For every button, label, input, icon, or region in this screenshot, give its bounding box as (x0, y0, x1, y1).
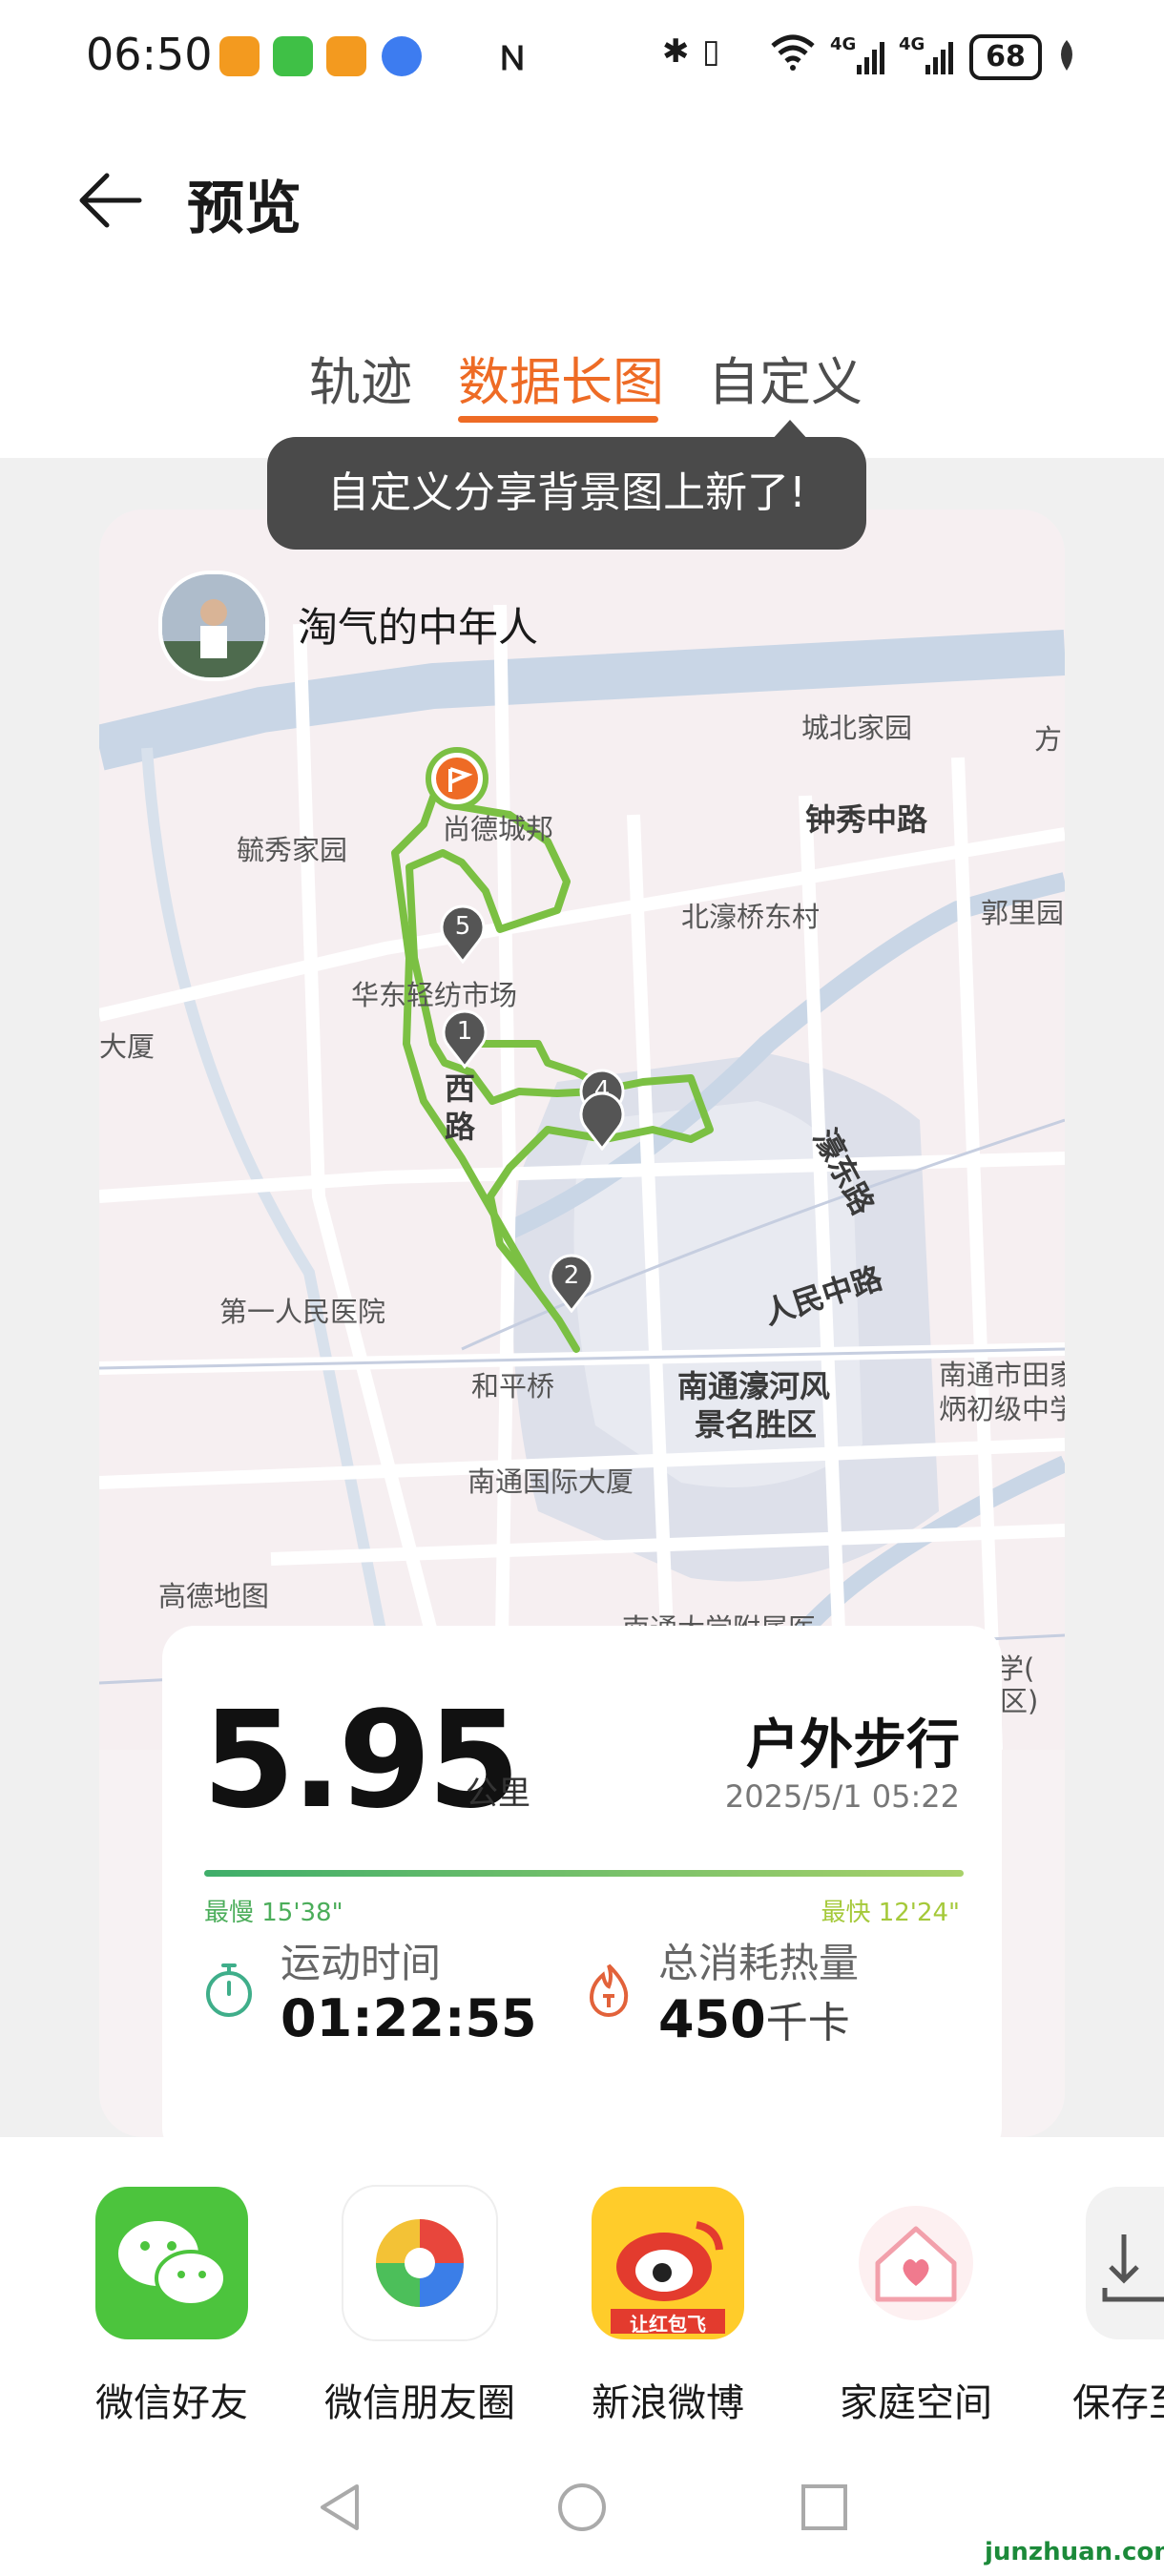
map-attribution: 高德地图 (158, 1580, 270, 1612)
map-label: 方 (1034, 723, 1063, 756)
tab-data-long-image[interactable]: 数据长图 (458, 340, 664, 415)
custom-background-tooltip[interactable]: 自定义分享背景图上新了! (267, 437, 866, 550)
timer-icon (204, 1962, 254, 2023)
map-label: 南通国际大厦 (468, 1465, 634, 1498)
vibrate-icon: ▯ (702, 32, 720, 71)
pace-bar (204, 1870, 964, 1877)
square-recents-icon (801, 2484, 847, 2530)
nav-back-button[interactable] (315, 2481, 364, 2538)
km-marker: 5 (439, 904, 487, 965)
save-icon (1102, 2234, 1164, 2302)
notification-app-icon (219, 36, 260, 76)
km-marker: 2 (548, 1254, 595, 1314)
pace-slowest: 最慢 15'38" (204, 1899, 343, 1927)
battery-indicator: 68 (969, 34, 1042, 80)
calorie-flame-icon (584, 1962, 634, 2023)
share-moments[interactable] (343, 2187, 496, 2339)
share-label: 微信好友 (95, 2381, 248, 2425)
distance-unit: 公里 (466, 1775, 530, 1813)
map-label: 第一人民医院 (219, 1296, 386, 1328)
map-road-label: 路 (445, 1109, 476, 1145)
km-marker: 1 (441, 1009, 488, 1070)
share-weibo[interactable]: 让红包飞 (592, 2187, 744, 2339)
map-label: 景名胜区 (695, 1406, 818, 1443)
share-label: 家庭空间 (840, 2381, 992, 2425)
duration-label: 运动时间 (281, 1940, 442, 1986)
notification-app-icon (326, 36, 366, 76)
share-label: 保存至 (1072, 2381, 1164, 2425)
nav-recents-button[interactable] (800, 2481, 849, 2538)
map-label: 尚德城邦 (443, 813, 554, 845)
home-space-icon (859, 2206, 973, 2320)
avatar (158, 571, 269, 681)
signal-2-icon (901, 38, 956, 80)
share-label: 新浪微博 (592, 2381, 744, 2425)
triangle-back-icon (321, 2484, 359, 2530)
workout-summary: 5.95 公里 户外步行 2025/5/1 05:22 最慢 15'38" 最快… (162, 1626, 1002, 2137)
share-save[interactable] (1086, 2187, 1164, 2339)
pace-fastest: 最快 12'24" (821, 1899, 960, 1927)
arrow-left-icon (79, 173, 142, 228)
km-marker (578, 1091, 626, 1152)
map-label: 郭里园 (981, 897, 1065, 929)
share-family-space[interactable] (840, 2187, 992, 2339)
calories-value: 450千卡 (658, 1989, 850, 2049)
share-wechat-friends[interactable] (95, 2187, 248, 2339)
tab-custom[interactable]: 自定义 (708, 340, 863, 415)
duration-value: 01:22:55 (281, 1988, 537, 2048)
preview-card: 城北家园 方 钟秀中路 毓秀家园 尚德城邦 北濠桥东村 郭里园 华东轻纺市场 大… (99, 509, 1065, 2137)
weibo-badge: 让红包飞 (630, 2313, 706, 2336)
activity-type: 户外步行 (746, 1714, 960, 1776)
nav-home-button[interactable] (555, 2481, 609, 2538)
map-label: 华东轻纺市场 (351, 979, 518, 1011)
tab-track[interactable]: 轨迹 (309, 340, 412, 415)
calories-label: 总消耗热量 (658, 1940, 860, 1986)
bluetooth-icon: ✱ (662, 32, 690, 71)
wechat-notification-icon (273, 36, 313, 76)
active-tab-indicator (458, 416, 658, 423)
map-label: 城北家园 (801, 712, 913, 744)
map-label: 大厦 (99, 1030, 156, 1063)
map-label: 北濠桥东村 (681, 901, 821, 933)
calories-unit: 千卡 (765, 1999, 850, 2047)
page-title: 预览 (187, 176, 301, 242)
map-label: 和平桥 (471, 1370, 555, 1402)
back-button[interactable] (76, 170, 145, 235)
map-label: 区) (1000, 1685, 1039, 1717)
leaf-icon (1055, 38, 1078, 76)
map-label: 毓秀家园 (237, 834, 348, 866)
share-label: 微信朋友圈 (324, 2381, 515, 2425)
distance-value: 5.95 (202, 1683, 520, 1839)
user-name: 淘气的中年人 (298, 604, 539, 651)
wechat-icon (118, 2221, 227, 2307)
circle-home-icon (558, 2483, 606, 2531)
notification-app-icon (382, 36, 422, 76)
map-label: 炳初级中学 (939, 1393, 1065, 1425)
nfc-icon: Ｎ (496, 40, 529, 78)
moments-icon (376, 2219, 464, 2307)
wifi-icon (769, 32, 817, 79)
status-time: 06:50 (86, 29, 213, 80)
activity-datetime: 2025/5/1 05:22 (724, 1778, 960, 1815)
map-road-label: 钟秀中路 (805, 801, 928, 838)
status-bar: 06:50 Ｎ ✱ ▯ 4G 4G 68 (0, 0, 1164, 114)
watermark: junzhuan.com (985, 2538, 1164, 2566)
signal-1-icon (832, 38, 887, 80)
